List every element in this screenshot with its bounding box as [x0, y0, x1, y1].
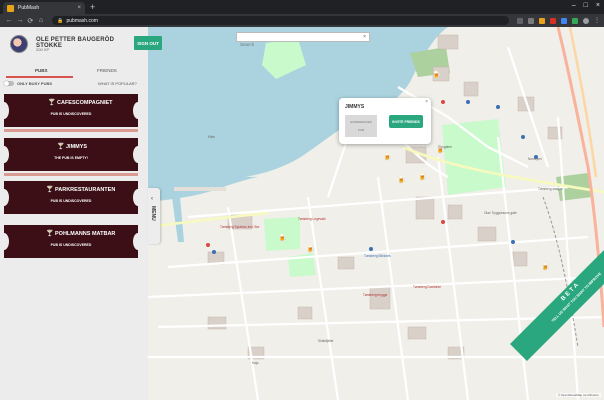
map-label: Slottsfjellet: [318, 339, 334, 343]
profile-icon[interactable]: [582, 17, 589, 24]
map-label: Kaja: [252, 361, 259, 365]
extension-icon[interactable]: [571, 17, 578, 24]
map-label: Tønsberg Bibliotek: [364, 254, 391, 258]
user-xp: 200 XP: [36, 47, 50, 52]
pub-card[interactable]: 🍸 CAFESCOMPAGNIET PUB IS UNDISCOVERED: [0, 94, 143, 127]
pub-card[interactable]: 🍸 PARKRESTAURANTEN PUB IS UNDISCOVERED: [0, 181, 143, 214]
profile-header: OLE PETTER BAUGERÖD STOKKE 200 XP: [10, 35, 140, 57]
map-label: Olav Tryggvesons gate: [484, 211, 517, 215]
experience-box: EXPERIENCED PUB: [345, 115, 377, 137]
browser-tab[interactable]: PubMash ×: [3, 2, 85, 14]
map-label: Tønsberg Legevakt: [298, 217, 326, 221]
reload-button[interactable]: ⟳: [25, 17, 36, 25]
map-label: Storgaten: [438, 145, 452, 149]
clear-icon[interactable]: ×: [363, 34, 366, 40]
map-label: Tønsberg brygge: [363, 293, 388, 297]
pub-marker-icon: 🍺: [432, 70, 441, 79]
maximize-button[interactable]: □: [584, 2, 588, 9]
menu-icon[interactable]: ⋮: [594, 18, 600, 24]
minimize-button[interactable]: –: [572, 2, 576, 9]
favicon-icon: [7, 4, 14, 12]
window-controls: – □ ×: [572, 2, 600, 9]
map-label: Tønsberg Domkirke: [413, 285, 441, 289]
filter-row: ONLY BUSY PUBS WHAT IS POPULAR?: [0, 79, 148, 89]
browser-tabbar: PubMash × + – □ ×: [0, 0, 604, 14]
close-icon[interactable]: ×: [425, 99, 428, 105]
map-attribution[interactable]: © OpenStreetMap contributors: [556, 393, 601, 397]
pub-name: PARKRESTAURANTEN: [55, 187, 116, 193]
back-button[interactable]: ←: [4, 17, 15, 24]
sidebar-tabs: PUBS FRIENDS: [0, 66, 148, 78]
extension-icon[interactable]: [527, 17, 534, 24]
user-name: OLE PETTER BAUGERÖD STOKKE: [36, 37, 115, 49]
pub-name: POHLMANNS MATBAR: [55, 231, 116, 237]
avatar: [10, 35, 28, 53]
pub-marker-icon: 🍺: [278, 233, 287, 242]
pub-marker-icon: 🍺: [397, 175, 406, 184]
pub-name: CAFESCOMPAGNIET: [57, 100, 113, 106]
map-label: Nordbyen: [528, 157, 542, 161]
extension-icons: ⋮: [516, 17, 600, 24]
pub-marker-icon: 🍺: [541, 262, 550, 271]
pub-card[interactable]: 🍸 JIMMYS THE PUB IS EMPTY!: [0, 138, 143, 171]
close-window-button[interactable]: ×: [596, 2, 600, 9]
experience-sublabel: PUB: [357, 128, 365, 132]
popup-title: JIMMYS: [345, 104, 365, 110]
menu-handle[interactable]: ‹ MENU: [148, 188, 160, 244]
card-divider: [4, 173, 138, 176]
pub-name: JIMMYS: [66, 144, 88, 150]
experience-label: EXPERIENCED: [350, 120, 372, 124]
extension-icon[interactable]: [560, 17, 567, 24]
extension-icon[interactable]: [538, 17, 545, 24]
pub-status: PUB IS UNDISCOVERED: [50, 243, 92, 247]
pub-popup: × JIMMYS EXPERIENCED PUB INVITE FRIENDS: [339, 98, 431, 144]
pub-marker-icon: 🍺: [383, 152, 392, 161]
park: [442, 119, 506, 195]
busy-pubs-label: ONLY BUSY PUBS: [17, 81, 53, 86]
chevron-left-icon: ‹: [151, 196, 153, 202]
sidebar: OLE PETTER BAUGERÖD STOKKE 200 XP PUBS F…: [0, 27, 148, 400]
address-bar: ← → ⟳ ⌂ 🔒 pubmash.com ⋮: [0, 14, 604, 27]
invite-friends-button[interactable]: INVITE FRIENDS: [389, 115, 423, 128]
pub-status: PUB IS UNDISCOVERED: [50, 112, 92, 116]
tab-close-icon[interactable]: ×: [77, 5, 81, 11]
lock-icon: 🔒: [57, 17, 64, 24]
cocktail-icon: 🍸: [48, 100, 56, 106]
new-tab-button[interactable]: +: [90, 2, 95, 12]
active-tab-indicator: [6, 76, 73, 78]
pier: [174, 187, 226, 191]
star-icon[interactable]: [516, 17, 523, 24]
busy-pubs-toggle[interactable]: [4, 81, 14, 86]
popular-link[interactable]: WHAT IS POPULAR?: [98, 81, 137, 86]
tab-friends[interactable]: FRIENDS: [97, 68, 117, 73]
pub-card[interactable]: 🍸 POHLMANNS MATBAR PUB IS UNDISCOVERED: [0, 225, 143, 258]
map-label: Tønsberg Sykehus Innl. Bor: [220, 225, 260, 229]
search-input[interactable]: [237, 40, 355, 49]
card-divider: [4, 129, 138, 132]
url-text: pubmash.com: [66, 17, 98, 24]
canal: [172, 197, 184, 242]
pub-marker-icon: 🍺: [418, 172, 427, 181]
menu-handle-label: MENU: [150, 206, 156, 221]
forward-button[interactable]: →: [15, 17, 26, 24]
tab-title: PubMash: [18, 5, 40, 11]
cocktail-icon: 🍸: [46, 231, 54, 237]
pub-status: THE PUB IS EMPTY!: [54, 156, 88, 160]
url-field[interactable]: 🔒 pubmash.com: [52, 16, 509, 25]
extension-icon[interactable]: [549, 17, 556, 24]
tab-pubs[interactable]: PUBS: [35, 68, 48, 73]
sign-out-button[interactable]: SIGN OUT: [134, 36, 162, 50]
home-button[interactable]: ⌂: [36, 17, 47, 24]
pub-marker-icon: 🍺: [306, 244, 315, 253]
cocktail-icon: 🍸: [57, 144, 65, 150]
search-bar: ×: [236, 32, 370, 49]
map-label: Kilen: [208, 135, 216, 139]
cocktail-icon: 🍸: [46, 187, 54, 193]
pub-status: PUB IS UNDISCOVERED: [50, 199, 92, 203]
map-label: Tønsberg stasjon: [538, 187, 563, 191]
